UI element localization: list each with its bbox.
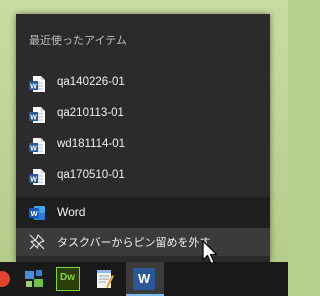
red-app-icon[interactable] [0, 267, 14, 291]
word-icon[interactable]: W [133, 268, 155, 290]
dreamweaver-icon-text: Dw [60, 272, 75, 283]
svg-text:W: W [30, 146, 37, 153]
svg-text:W: W [30, 209, 38, 218]
word-app-icon: W [29, 206, 45, 220]
recent-item-label: qa170510-01 [57, 169, 125, 181]
svg-text:W: W [30, 84, 37, 91]
recent-item-label: qa210113-01 [57, 107, 124, 119]
open-word-button[interactable]: W Word [16, 197, 270, 228]
recent-item[interactable]: W qa170510-01 [16, 162, 270, 192]
recent-item-label: wd181114-01 [57, 138, 125, 150]
unpin-label: タスクバーからピン留めを外す [57, 236, 211, 249]
unpin-icon [29, 234, 45, 250]
svg-text:W: W [30, 177, 37, 184]
word-doc-icon: W [29, 107, 45, 123]
app-label: Word [57, 205, 86, 219]
recent-item[interactable]: W qa210113-01 [16, 100, 270, 130]
mouse-cursor-icon [202, 240, 218, 265]
notepad-icon[interactable] [92, 267, 116, 291]
recent-items-heading: 最近使ったアイテム [29, 34, 127, 47]
taskbar: Dw W [0, 262, 288, 296]
word-doc-icon: W [29, 76, 45, 92]
word-icon-text: W [138, 271, 151, 286]
word-doc-icon: W [29, 138, 45, 154]
dreamweaver-icon[interactable]: Dw [56, 267, 80, 291]
unpin-from-taskbar-button[interactable]: タスクバーからピン留めを外す [16, 228, 270, 256]
recent-item[interactable]: W wd181114-01 [16, 131, 270, 161]
recent-item[interactable]: W qa140226-01 [16, 69, 270, 99]
recent-item-label: qa140226-01 [57, 76, 125, 88]
jump-list: 最近使ったアイテム W qa140226-01 W qa210113-01 W … [16, 14, 270, 262]
network-app-icon[interactable] [22, 267, 46, 291]
svg-text:W: W [30, 115, 37, 122]
word-doc-icon: W [29, 169, 45, 185]
